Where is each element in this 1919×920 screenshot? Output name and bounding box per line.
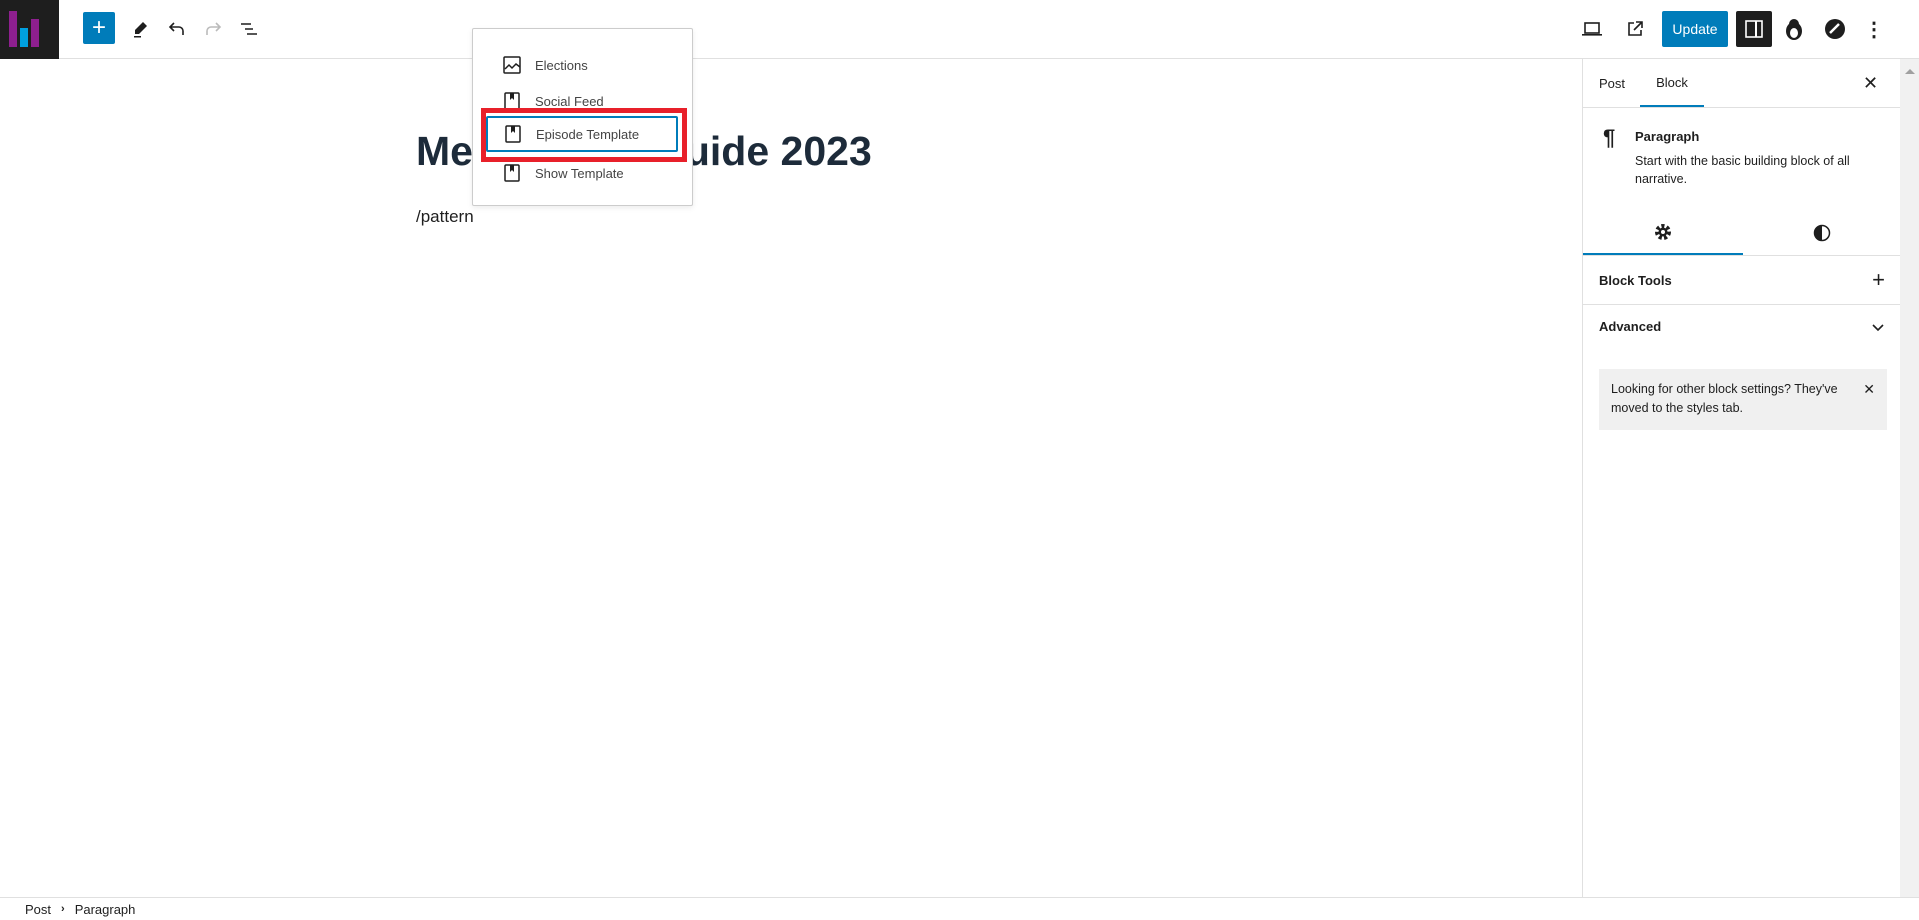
menu-item-label: Show Template <box>535 165 624 181</box>
block-description: Start with the basic building block of a… <box>1635 154 1850 186</box>
scroll-up-icon <box>1904 69 1915 74</box>
styles-moved-notice: Looking for other block settings? They'v… <box>1599 369 1887 430</box>
redo-icon <box>206 22 222 35</box>
document-overview-button[interactable] <box>231 11 267 47</box>
redo-button[interactable] <box>195 11 231 47</box>
chevron-right-icon: › <box>61 903 65 915</box>
tools-button[interactable] <box>123 11 159 47</box>
add-block-button[interactable]: + <box>83 12 115 44</box>
plugin-button[interactable] <box>1776 11 1812 47</box>
update-button[interactable]: Update <box>1662 11 1728 47</box>
tab-settings[interactable] <box>1583 210 1743 255</box>
tab-post[interactable]: Post <box>1599 59 1625 107</box>
close-icon: ✕ <box>1863 72 1879 93</box>
site-logo[interactable] <box>0 0 59 59</box>
undo-button[interactable] <box>159 11 195 47</box>
sidebar-icon <box>1745 20 1763 38</box>
close-sidebar-button[interactable]: ✕ <box>1863 59 1878 107</box>
contrast-icon <box>1813 224 1831 241</box>
block-breadcrumb: Post › Paragraph <box>0 897 1919 920</box>
settings-sidebar-toggle[interactable] <box>1736 11 1772 47</box>
preview-button[interactable] <box>1574 11 1610 47</box>
view-post-button[interactable] <box>1617 11 1653 47</box>
menu-item-elections[interactable]: Elections <box>487 47 679 83</box>
pencil-icon <box>134 22 147 38</box>
panel-title: Advanced <box>1599 319 1662 334</box>
dismiss-notice-button[interactable]: ✕ <box>1863 380 1875 399</box>
plus-icon: + <box>1872 267 1885 292</box>
more-vertical-icon: ⋮ <box>1864 18 1884 41</box>
bookmark-icon <box>504 164 520 182</box>
plugin-button-2[interactable] <box>1817 11 1853 47</box>
external-link-icon <box>1628 21 1643 36</box>
scrollbar[interactable] <box>1900 59 1919 897</box>
panel-block-tools[interactable]: Block Tools + <box>1583 255 1901 304</box>
chevron-down-icon <box>1872 323 1884 331</box>
options-button[interactable]: ⋮ <box>1856 11 1892 47</box>
notice-text: Looking for other block settings? They'v… <box>1611 382 1838 415</box>
highlight-annotation <box>481 108 687 162</box>
menu-item-label: Elections <box>535 57 588 73</box>
paragraph-block[interactable]: /pattern <box>416 207 474 227</box>
settings-sidebar: Post Block ✕ ¶ Paragraph Start with the … <box>1582 59 1901 897</box>
menu-item-label: Social Feed <box>535 93 604 109</box>
tab-block[interactable]: Block <box>1640 59 1704 107</box>
logo-icon <box>9 11 39 47</box>
paragraph-icon: ¶ <box>1603 125 1616 150</box>
laptop-icon <box>1582 22 1602 36</box>
chart-line-icon <box>503 56 521 74</box>
title-text-start: Me <box>416 128 473 174</box>
tab-styles[interactable] <box>1743 210 1901 255</box>
gear-icon <box>1655 223 1671 240</box>
slash-circle-icon <box>1825 19 1845 39</box>
panel-title: Block Tools <box>1599 272 1672 288</box>
list-view-icon <box>241 23 257 35</box>
undo-icon <box>168 22 184 35</box>
breadcrumb-paragraph[interactable]: Paragraph <box>75 902 136 917</box>
breadcrumb-post[interactable]: Post <box>25 902 51 917</box>
block-name: Paragraph <box>1635 129 1700 144</box>
penguin-icon <box>1786 19 1802 40</box>
panel-advanced[interactable]: Advanced <box>1583 304 1901 348</box>
